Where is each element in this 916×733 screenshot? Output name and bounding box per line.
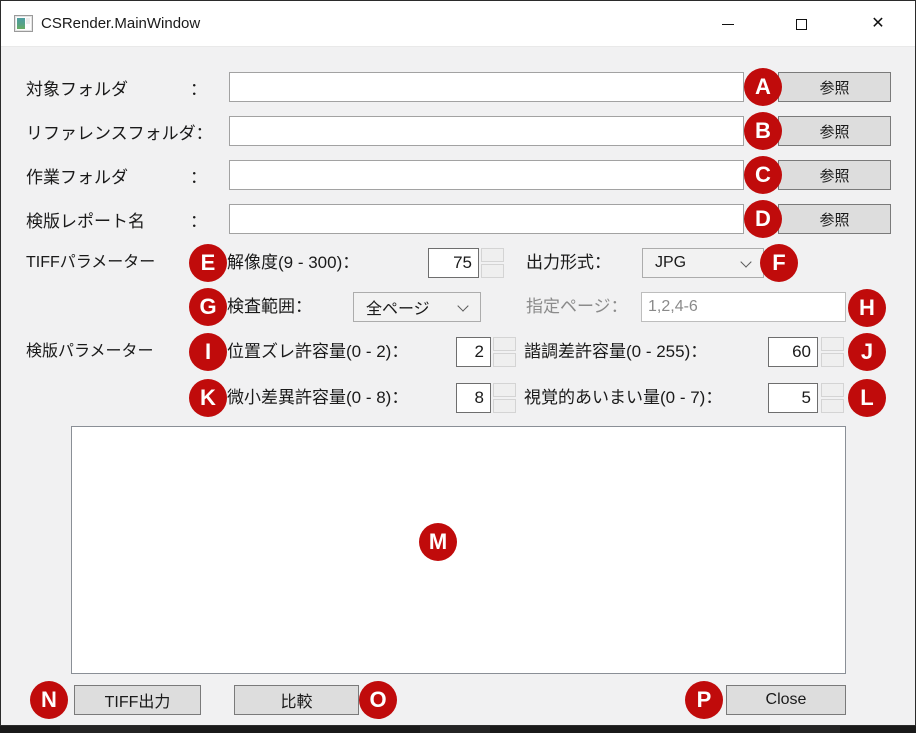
- resolution-label: 解像度(9 - 300)：: [227, 248, 359, 278]
- pages-input[interactable]: [641, 292, 846, 322]
- target-folder-input[interactable]: [229, 72, 744, 102]
- scan-range-label: 検査範囲：: [227, 292, 312, 322]
- visual-ambiguity-spin-down-button[interactable]: [821, 399, 844, 413]
- tiff-section-label: TIFFパラメーター: [26, 248, 155, 278]
- kenpan-section-label: 検版パラメーター: [26, 337, 154, 367]
- work-folder-input[interactable]: [229, 160, 744, 190]
- minimize-button[interactable]: [705, 1, 751, 47]
- tone-tolerance-input[interactable]: [768, 337, 818, 367]
- visual-ambiguity-input[interactable]: [768, 383, 818, 413]
- chevron-down-icon: [740, 256, 751, 267]
- tone-tolerance-label: 諧調差許容量(0 - 255)：: [524, 337, 707, 367]
- taskbar-strip: [0, 726, 916, 733]
- chevron-down-icon: [457, 300, 468, 311]
- close-icon: ✕: [871, 16, 884, 32]
- tone-tolerance-spin-up-button[interactable]: [821, 337, 844, 351]
- som-marker-f: F: [760, 244, 798, 282]
- som-marker-l: L: [848, 379, 886, 417]
- resolution-spin-up-button[interactable]: [481, 248, 504, 262]
- minor-diff-spin-up-button[interactable]: [493, 383, 516, 397]
- minor-diff-tolerance-input[interactable]: [456, 383, 491, 413]
- position-tolerance-spin-up-button[interactable]: [493, 337, 516, 351]
- log-output-area[interactable]: [71, 426, 846, 674]
- minimize-icon: [722, 24, 734, 25]
- som-marker-p: P: [685, 681, 723, 719]
- output-format-label: 出力形式：: [526, 248, 611, 278]
- som-marker-k: K: [189, 379, 227, 417]
- report-name-label: 検版レポート名：: [26, 204, 207, 234]
- reference-folder-label: リファレンスフォルダ：: [26, 116, 207, 146]
- resolution-stepper: [481, 248, 504, 278]
- tiff-output-button[interactable]: TIFF出力: [74, 685, 201, 715]
- som-marker-g: G: [189, 288, 227, 326]
- title-bar: CSRender.MainWindow ✕: [1, 1, 915, 47]
- window-title: CSRender.MainWindow: [41, 1, 200, 47]
- output-format-value: JPG: [655, 254, 686, 272]
- position-tolerance-input[interactable]: [456, 337, 491, 367]
- report-name-browse-button[interactable]: 参照: [778, 204, 891, 234]
- position-tolerance-spin-down-button[interactable]: [493, 353, 516, 367]
- taskbar-texture: [780, 726, 840, 733]
- close-button[interactable]: Close: [726, 685, 846, 715]
- pages-label: 指定ページ：: [526, 292, 628, 322]
- output-format-select[interactable]: JPG: [642, 248, 764, 278]
- position-tolerance-label: 位置ズレ許容量(0 - 2)：: [227, 337, 408, 367]
- work-folder-browse-button[interactable]: 参照: [778, 160, 891, 190]
- taskbar-texture: [420, 726, 490, 733]
- som-marker-a: A: [744, 68, 782, 106]
- target-folder-browse-button[interactable]: 参照: [778, 72, 891, 102]
- target-folder-label: 対象フォルダ：: [26, 72, 207, 102]
- work-folder-label: 作業フォルダ：: [26, 160, 207, 190]
- compare-button[interactable]: 比較: [234, 685, 359, 715]
- som-marker-d: D: [744, 200, 782, 238]
- scan-range-value: 全ページ: [366, 295, 430, 319]
- scan-range-select[interactable]: 全ページ: [353, 292, 481, 322]
- som-marker-e: E: [189, 244, 227, 282]
- som-marker-i: I: [189, 333, 227, 371]
- resolution-input[interactable]: [428, 248, 479, 278]
- tone-tolerance-spin-down-button[interactable]: [821, 353, 844, 367]
- report-name-input[interactable]: [229, 204, 744, 234]
- visual-ambiguity-spin-up-button[interactable]: [821, 383, 844, 397]
- app-icon: [14, 15, 33, 32]
- app-window: CSRender.MainWindow ✕ 対象フォルダ： 参照 A リファレン…: [0, 0, 916, 726]
- som-marker-n: N: [30, 681, 68, 719]
- som-marker-o: O: [359, 681, 397, 719]
- minor-diff-spin-down-button[interactable]: [493, 399, 516, 413]
- reference-folder-browse-button[interactable]: 参照: [778, 116, 891, 146]
- position-tolerance-stepper: [493, 337, 516, 367]
- som-marker-b: B: [744, 112, 782, 150]
- maximize-button[interactable]: [778, 1, 824, 47]
- screen: CSRender.MainWindow ✕ 対象フォルダ： 参照 A リファレン…: [0, 0, 916, 733]
- som-marker-m: M: [419, 523, 457, 561]
- som-marker-j: J: [848, 333, 886, 371]
- som-marker-c: C: [744, 156, 782, 194]
- visual-ambiguity-stepper: [821, 383, 844, 413]
- maximize-icon: [796, 19, 807, 30]
- minor-diff-tolerance-stepper: [493, 383, 516, 413]
- taskbar-texture: [60, 726, 150, 733]
- resolution-spin-down-button[interactable]: [481, 264, 504, 278]
- tone-tolerance-stepper: [821, 337, 844, 367]
- som-marker-h: H: [848, 289, 886, 327]
- reference-folder-input[interactable]: [229, 116, 744, 146]
- close-window-button[interactable]: ✕: [855, 1, 901, 47]
- visual-ambiguity-label: 視覚的あいまい量(0 - 7)：: [524, 383, 722, 413]
- minor-diff-tolerance-label: 微小差異許容量(0 - 8)：: [227, 383, 408, 413]
